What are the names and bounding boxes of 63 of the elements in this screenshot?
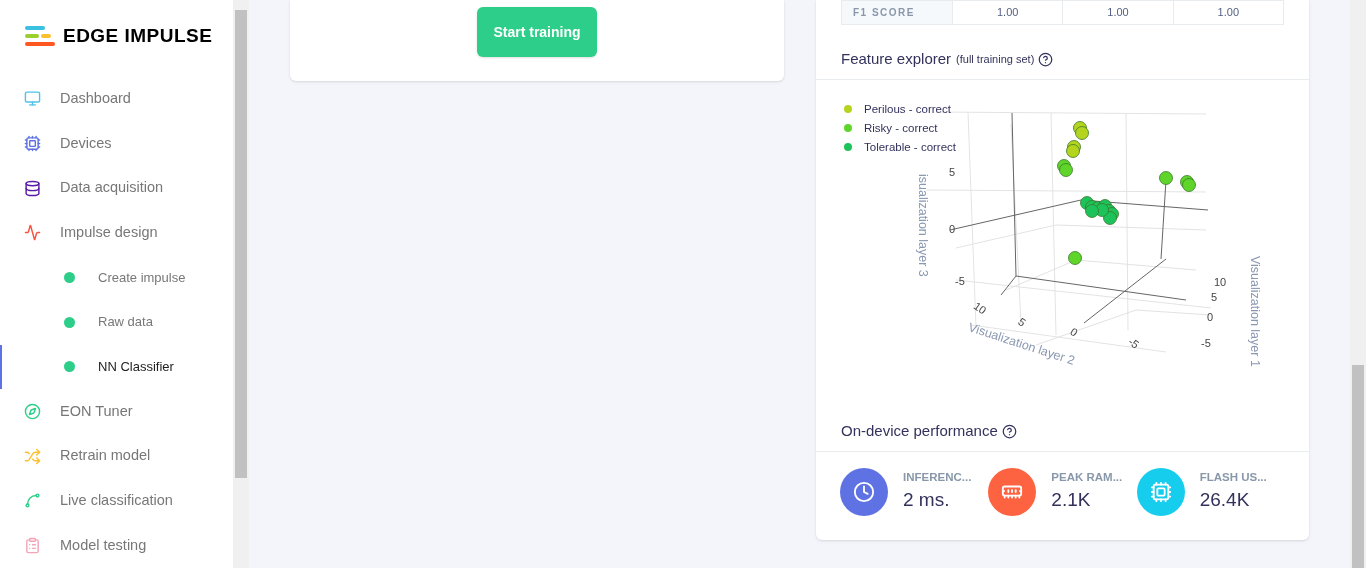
- chip-icon: [1149, 481, 1172, 503]
- metric-value: 26.4K: [1199, 488, 1251, 513]
- legend-label[interactable]: Tolerable - correct: [864, 140, 957, 154]
- tick-label: 10: [1214, 276, 1227, 288]
- data-point: [1068, 251, 1082, 265]
- section-title: On-device performance: [841, 421, 998, 442]
- tick-label: -5: [1201, 337, 1211, 349]
- metric-label: FLASH US...: [1199, 470, 1267, 486]
- sidebar-item[interactable]: Data acquisition: [0, 165, 233, 211]
- axis-title: Visualization layer 1: [1246, 255, 1263, 367]
- brand-name: EDGE IMPULSE: [63, 25, 213, 47]
- data-point: [1059, 163, 1073, 177]
- metric-label: INFERENC...: [903, 470, 972, 486]
- row-header: F1 SCORE: [842, 1, 952, 24]
- tick-label: 5: [949, 166, 956, 178]
- scrollbar-thumb[interactable]: [235, 10, 247, 478]
- tick-label: -5: [955, 275, 965, 287]
- sidebar-item[interactable]: Create impulse: [0, 255, 233, 300]
- data-point: [1075, 126, 1089, 140]
- axis-title: isualization layer 3: [914, 173, 931, 277]
- sidebar-item[interactable]: Live classification: [0, 478, 233, 524]
- tick-label: 5: [1211, 291, 1218, 303]
- curve-icon: [24, 492, 41, 510]
- logo-icon: [25, 26, 55, 46]
- table-cell: 1.00: [1062, 1, 1173, 24]
- scrollbar-thumb[interactable]: [1352, 365, 1364, 568]
- metric-value: 2 ms.: [903, 488, 951, 513]
- help-icon[interactable]: [1001, 424, 1017, 439]
- data-point: [1066, 144, 1080, 158]
- sidebar-item[interactable]: Raw data: [0, 299, 233, 345]
- metric-value: 2.1K: [1051, 488, 1092, 513]
- monitor-icon: [24, 90, 41, 108]
- tick-label: 0: [1207, 311, 1214, 323]
- table-cell: 1.00: [1172, 1, 1283, 24]
- section-title: Feature explorer: [841, 48, 952, 69]
- database-icon: [24, 179, 41, 197]
- pulse-icon: [24, 224, 41, 242]
- sidebar-item[interactable]: Impulse design: [0, 210, 233, 256]
- data-point: [1085, 204, 1099, 218]
- chip-icon: [24, 134, 41, 152]
- sidebar-item[interactable]: Retrain model: [0, 433, 233, 479]
- sidebar-item[interactable]: Dashboard: [0, 76, 233, 122]
- bullet-icon: [64, 272, 75, 284]
- tick-label: 0: [949, 223, 956, 235]
- bullet-icon: [64, 316, 75, 328]
- shuffle-icon: [24, 447, 41, 465]
- sidebar-item[interactable]: Devices: [0, 121, 233, 166]
- tick-label: 0: [1068, 325, 1080, 339]
- compass-icon: [24, 403, 41, 421]
- help-icon[interactable]: [1038, 51, 1054, 67]
- tick-label: 10: [971, 299, 989, 317]
- table-cell: 1.00: [952, 1, 1063, 24]
- section-subtitle: (full training set): [956, 51, 1035, 67]
- clipboard-icon: [24, 537, 41, 555]
- data-point: [1159, 171, 1173, 185]
- sidebar-item[interactable]: EON Tuner: [0, 389, 233, 434]
- sidebar-item[interactable]: Model testing: [0, 523, 233, 568]
- clock-icon: [853, 481, 875, 503]
- legend-label[interactable]: Risky - correct: [864, 121, 938, 135]
- legend-label[interactable]: Perilous - correct: [864, 102, 951, 116]
- tick-label: -5: [1126, 335, 1142, 351]
- metric-label: PEAK RAM...: [1051, 470, 1123, 486]
- bullet-icon: [64, 361, 75, 373]
